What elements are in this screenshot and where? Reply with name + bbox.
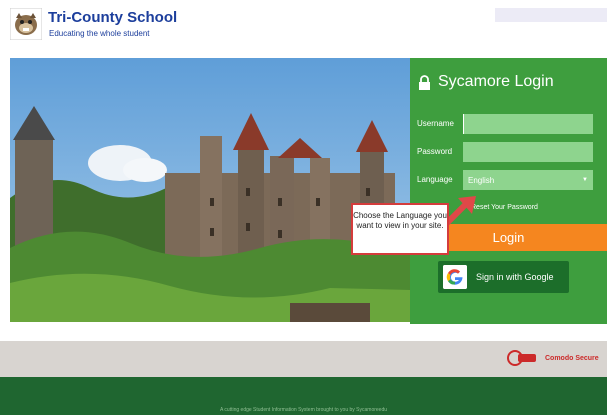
login-title: Sycamore Login — [438, 73, 554, 90]
comodo-secure-icon[interactable] — [506, 349, 538, 367]
school-name[interactable]: Tri-County School — [48, 9, 177, 26]
password-label: Password — [417, 147, 453, 156]
google-signin-button[interactable]: Sign in with Google — [438, 261, 569, 293]
username-input[interactable] — [463, 114, 593, 134]
language-select[interactable]: English ▼ — [463, 170, 593, 190]
footer-security-bar: Comodo Secure — [0, 341, 607, 377]
footer: A cutting edge Student Information Syste… — [0, 377, 607, 415]
login-panel: Sycamore Login Username Password Languag… — [410, 58, 607, 324]
castle-photo — [10, 58, 410, 322]
language-label: Language — [417, 175, 453, 184]
comodo-secure-label: Comodo Secure — [545, 355, 599, 362]
username-label: Username — [417, 119, 454, 128]
language-selected-value: English — [468, 175, 495, 185]
powered-by-text: A cutting edge Student Information Syste… — [219, 407, 388, 413]
lock-icon — [419, 75, 430, 90]
language-help-callout: Choose the Language you want to view in … — [351, 203, 449, 255]
chevron-down-icon: ▼ — [582, 177, 588, 183]
header-banner — [495, 8, 607, 22]
password-input[interactable] — [463, 142, 593, 162]
school-tagline: Educating the whole student — [49, 29, 150, 38]
reset-password-link[interactable]: Reset Your Password — [471, 204, 538, 211]
google-icon — [443, 265, 467, 289]
site-header: Tri-County School Educating the whole st… — [0, 0, 607, 50]
bulldog-logo-icon[interactable] — [10, 8, 42, 40]
google-signin-label: Sign in with Google — [476, 272, 554, 282]
